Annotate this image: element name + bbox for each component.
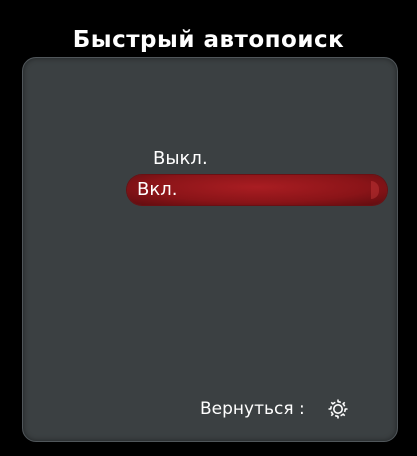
gear-icon bbox=[327, 398, 349, 420]
option-off[interactable]: Выкл. bbox=[127, 144, 387, 174]
back-label: Вернуться : bbox=[200, 399, 305, 419]
menu-title: Быстрый автопоиск bbox=[72, 27, 345, 53]
back-hint[interactable]: Вернуться : bbox=[200, 396, 349, 422]
menu-panel: Выкл. Вкл. bbox=[22, 57, 398, 442]
option-on-selected[interactable]: Вкл. bbox=[127, 175, 387, 205]
